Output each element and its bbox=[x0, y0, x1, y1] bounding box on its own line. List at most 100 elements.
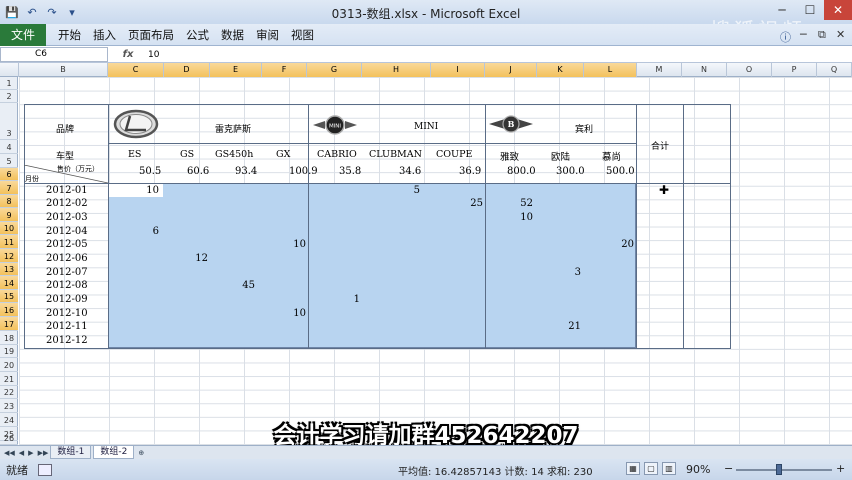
macro-record-icon[interactable] bbox=[38, 463, 52, 476]
row-header[interactable]: 2 bbox=[0, 90, 18, 103]
row-header[interactable]: 6 bbox=[0, 168, 18, 181]
data-value: 25 bbox=[470, 198, 483, 209]
tab-formulas[interactable]: 公式 bbox=[186, 27, 209, 43]
column-header[interactable]: L bbox=[584, 63, 637, 77]
month-label-row: 2012-02 bbox=[46, 198, 88, 209]
selected-range[interactable] bbox=[108, 183, 636, 348]
row-header[interactable]: 3 bbox=[0, 103, 18, 140]
column-header[interactable]: Q bbox=[817, 63, 852, 77]
row-header[interactable]: 13 bbox=[0, 263, 18, 276]
tab-home[interactable]: 开始 bbox=[58, 27, 81, 43]
first-sheet-icon[interactable]: ◀◀ bbox=[4, 449, 15, 457]
page-layout-view-icon[interactable]: ▢ bbox=[644, 462, 658, 475]
column-header[interactable]: O bbox=[727, 63, 772, 77]
model-name: 慕尚 bbox=[602, 152, 622, 163]
help-icon[interactable]: ⓘ bbox=[780, 29, 791, 45]
ribbon-restore-icon[interactable]: ⧉ bbox=[818, 28, 826, 42]
tab-insert[interactable]: 插入 bbox=[93, 27, 116, 43]
model-name: GS bbox=[180, 149, 195, 160]
fx-icon[interactable]: fx bbox=[108, 49, 148, 60]
close-icon[interactable]: ✕ bbox=[824, 0, 852, 20]
name-box[interactable]: C6 bbox=[0, 47, 108, 62]
price-label: 售价（万元） bbox=[57, 165, 99, 173]
column-header[interactable]: B bbox=[19, 63, 108, 77]
price-value: 800.0 bbox=[507, 166, 536, 177]
row-header[interactable]: 15 bbox=[0, 290, 18, 303]
column-header[interactable]: D bbox=[164, 63, 210, 77]
row-header[interactable]: 12 bbox=[0, 249, 18, 263]
table-border bbox=[24, 104, 731, 105]
zoom-slider[interactable] bbox=[736, 469, 832, 471]
sheet-tab-2[interactable]: 数组-2 bbox=[93, 446, 135, 459]
row-header[interactable]: 21 bbox=[0, 372, 18, 386]
tab-page-layout[interactable]: 页面布局 bbox=[128, 27, 174, 43]
last-sheet-icon[interactable]: ▶▶ bbox=[38, 449, 49, 457]
row-header[interactable]: 18 bbox=[0, 331, 18, 345]
svg-text:B: B bbox=[508, 119, 515, 129]
zoom-slider-thumb[interactable] bbox=[776, 464, 782, 475]
zoom-out-icon[interactable]: − bbox=[724, 462, 733, 475]
table-border bbox=[24, 104, 25, 348]
column-header[interactable]: J bbox=[485, 63, 537, 77]
column-header[interactable]: N bbox=[682, 63, 727, 77]
data-value: 12 bbox=[195, 253, 208, 264]
row-header[interactable]: 22 bbox=[0, 386, 18, 399]
column-header[interactable]: M bbox=[637, 63, 682, 77]
next-sheet-icon[interactable]: ▶ bbox=[28, 449, 33, 457]
row-header[interactable]: 20 bbox=[0, 358, 18, 372]
price-value: 300.0 bbox=[556, 166, 585, 177]
price-value: 36.9 bbox=[459, 166, 482, 177]
column-header[interactable]: P bbox=[772, 63, 817, 77]
data-value: 10 bbox=[293, 239, 306, 250]
table-border bbox=[636, 104, 637, 348]
tab-review[interactable]: 审阅 bbox=[256, 27, 279, 43]
sheet-tab-1[interactable]: 数组-1 bbox=[50, 446, 92, 459]
mini-logo-icon: MINI bbox=[313, 115, 357, 135]
zoom-in-icon[interactable]: + bbox=[836, 462, 845, 475]
select-all-corner[interactable] bbox=[0, 63, 19, 77]
zoom-level[interactable]: 90% bbox=[686, 463, 710, 476]
bentley-logo-icon: B bbox=[489, 115, 533, 133]
row-header[interactable]: 1 bbox=[0, 77, 18, 90]
column-header[interactable]: F bbox=[262, 63, 307, 77]
formula-input[interactable]: 10 bbox=[148, 50, 159, 60]
prev-sheet-icon[interactable]: ◀ bbox=[19, 449, 24, 457]
tab-file[interactable]: 文件 bbox=[0, 23, 46, 46]
model-name: COUPE bbox=[436, 149, 473, 160]
column-header[interactable]: E bbox=[210, 63, 262, 77]
row-header[interactable]: 8 bbox=[0, 195, 18, 208]
data-value: 1 bbox=[353, 294, 360, 305]
row-header[interactable]: 11 bbox=[0, 235, 18, 249]
normal-view-icon[interactable]: ▦ bbox=[626, 462, 640, 475]
row-header[interactable]: 19 bbox=[0, 345, 18, 358]
row-header[interactable]: 16 bbox=[0, 303, 18, 317]
tab-view[interactable]: 视图 bbox=[291, 27, 314, 43]
row-header[interactable]: 10 bbox=[0, 222, 18, 235]
row-header[interactable]: 9 bbox=[0, 208, 18, 222]
row-header[interactable]: 5 bbox=[0, 154, 18, 168]
model-name: CLUBMAN bbox=[369, 149, 422, 160]
column-headers: BCDEFGHIJKLMNOPQ bbox=[0, 63, 852, 77]
brand-name: 雷克萨斯 bbox=[215, 125, 252, 135]
worksheet-grid[interactable]: 品牌 车型 售价（万元） 月份 合计 雷克萨斯 MINI 宾利 MINI B ES GS GS450h G… bbox=[19, 77, 852, 445]
row-header[interactable]: 4 bbox=[0, 140, 18, 154]
row-header[interactable]: 14 bbox=[0, 276, 18, 290]
column-header[interactable]: I bbox=[431, 63, 485, 77]
ribbon-minimize-icon[interactable]: ─ bbox=[800, 28, 807, 41]
price-value: 35.8 bbox=[339, 166, 362, 177]
column-header[interactable]: H bbox=[362, 63, 431, 77]
tab-data[interactable]: 数据 bbox=[221, 27, 244, 43]
ribbon-close-icon[interactable]: ✕ bbox=[836, 28, 845, 41]
new-sheet-icon[interactable]: ⊕ bbox=[138, 449, 144, 457]
page-break-view-icon[interactable]: ▥ bbox=[662, 462, 676, 475]
row-header[interactable]: 23 bbox=[0, 399, 18, 413]
data-value: 20 bbox=[621, 239, 634, 250]
model-name: GS450h bbox=[215, 149, 254, 160]
column-header[interactable]: K bbox=[537, 63, 584, 77]
column-header[interactable]: G bbox=[307, 63, 362, 77]
status-bar: 就绪 平均值: 16.42857143 计数: 14 求和: 230 ▦ ▢ ▥… bbox=[0, 459, 852, 480]
month-label-row: 2012-05 bbox=[46, 239, 88, 250]
column-header[interactable]: C bbox=[108, 63, 164, 77]
row-header[interactable]: 7 bbox=[0, 181, 18, 195]
row-header[interactable]: 17 bbox=[0, 317, 18, 331]
